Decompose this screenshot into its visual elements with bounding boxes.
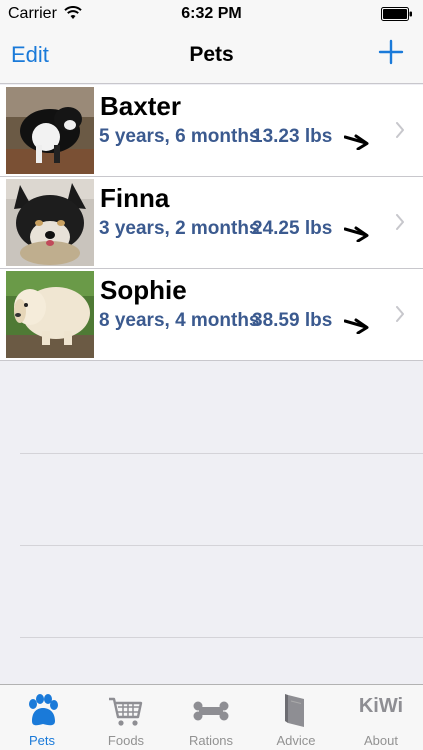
- pet-weight: 24.25 lbs: [252, 218, 333, 239]
- status-time: 6:32 PM: [181, 5, 242, 22]
- pet-age: 8 years, 4 months: [99, 310, 260, 331]
- pet-name: Finna: [100, 183, 170, 213]
- pet-photo-sophie: [6, 271, 94, 358]
- tab-label: Rations: [188, 733, 234, 748]
- pet-row-sophie[interactable]: Sophie 8 years, 4 months 38.59 lbs: [0, 269, 423, 361]
- page-title: Pets: [189, 43, 234, 66]
- cart-icon: [109, 697, 143, 726]
- book-icon: [285, 694, 304, 727]
- chevron-right-icon: [396, 306, 404, 322]
- empty-row-separator: [20, 453, 423, 454]
- pet-row-finna[interactable]: Finna 3 years, 2 months 24.25 lbs: [0, 177, 423, 269]
- bone-icon: [193, 701, 229, 721]
- tab-label: Foods: [107, 733, 145, 748]
- empty-row-separator: [20, 637, 423, 638]
- pet-name: Baxter: [100, 91, 181, 121]
- add-pet-button[interactable]: [377, 38, 405, 66]
- pet-list: Baxter 5 years, 6 months 13.23 lbs Finna…: [0, 85, 423, 361]
- status-bar: Carrier 6:32 PM: [0, 0, 423, 28]
- chevron-right-icon: [396, 122, 404, 138]
- pet-age: 5 years, 6 months: [99, 126, 260, 147]
- pet-photo-baxter: [6, 87, 94, 174]
- pet-name: Sophie: [100, 275, 187, 305]
- weight-trend-down-icon: [344, 134, 369, 150]
- tab-label: About: [364, 733, 398, 748]
- battery-icon: [381, 7, 412, 21]
- empty-row-separator: [20, 545, 423, 546]
- tab-label: Advice: [276, 733, 316, 748]
- pet-photo-finna: [6, 179, 94, 266]
- tab-foods[interactable]: Foods: [84, 685, 168, 750]
- pet-row-baxter[interactable]: Baxter 5 years, 6 months 13.23 lbs: [0, 85, 423, 177]
- pet-weight: 38.59 lbs: [252, 310, 333, 331]
- pet-weight: 13.23 lbs: [252, 126, 333, 147]
- navigation-bar: Edit Pets: [0, 28, 423, 84]
- tab-advice[interactable]: Advice: [254, 685, 338, 750]
- paw-icon: [29, 694, 58, 726]
- tab-about[interactable]: KiWi About: [339, 685, 423, 750]
- tab-label: Pets: [28, 733, 55, 748]
- chevron-right-icon: [396, 214, 404, 230]
- tab-bar: Pets Foods Rations Advice KiWi About: [0, 684, 423, 750]
- tab-pets[interactable]: Pets: [0, 685, 84, 750]
- pet-age: 3 years, 2 months: [99, 218, 260, 239]
- edit-button[interactable]: Edit: [11, 42, 49, 68]
- kiwi-logo: KiWi: [358, 695, 404, 717]
- weight-trend-down-icon: [344, 318, 369, 334]
- weight-trend-down-icon: [344, 226, 369, 242]
- tab-rations[interactable]: Rations: [169, 685, 253, 750]
